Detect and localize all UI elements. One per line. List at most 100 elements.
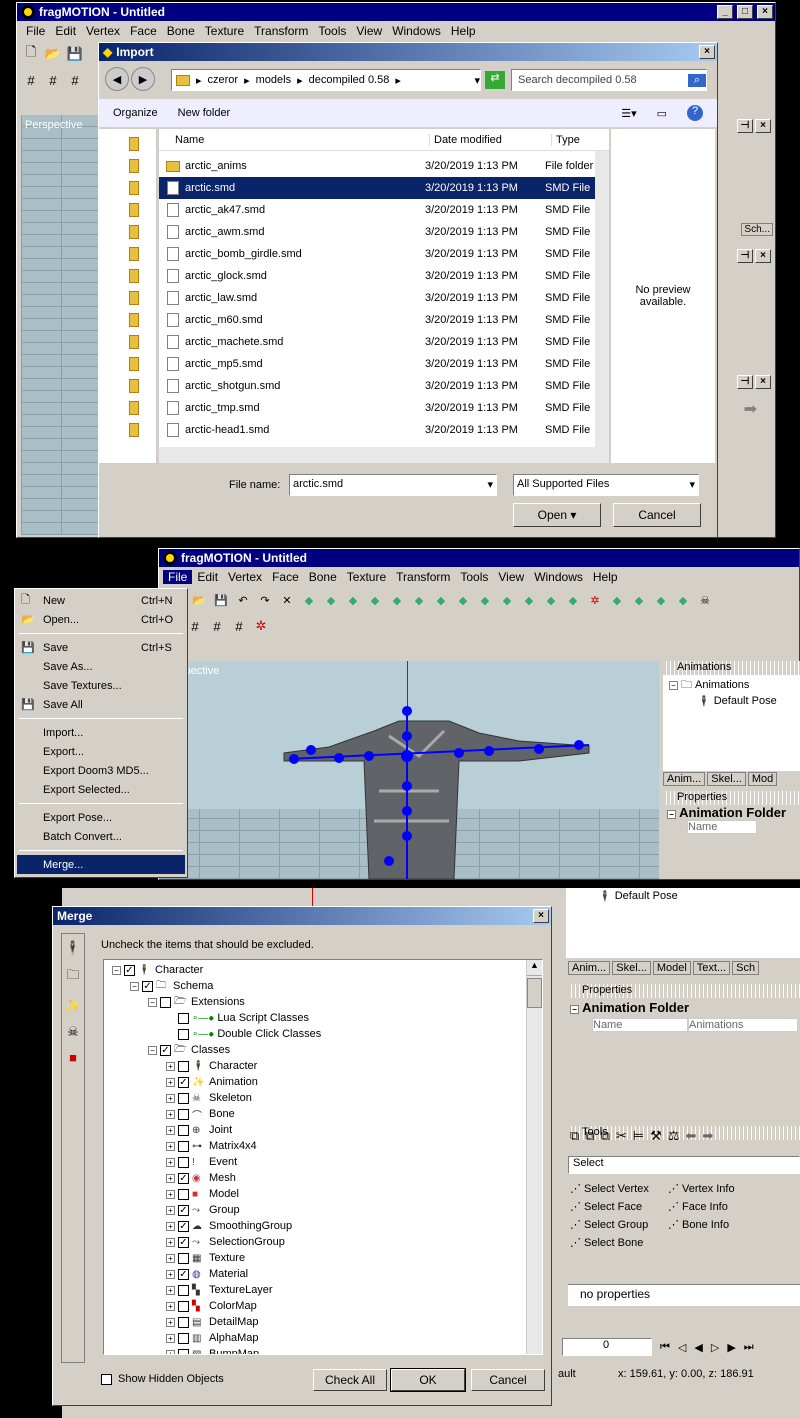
file-menu-item[interactable]: 💾 Save All <box>17 695 185 714</box>
skull-icon[interactable]: ☠ <box>695 590 715 610</box>
move-icon[interactable]: ◆ <box>343 590 363 610</box>
new-folder-button[interactable]: New folder <box>178 107 231 119</box>
panel-tab[interactable]: Skel... <box>612 961 651 975</box>
collapse-icon[interactable]: − <box>570 1005 579 1014</box>
show-hidden-checkbox[interactable] <box>101 1373 112 1385</box>
play-icon[interactable]: ▷ <box>711 1341 719 1354</box>
tree-item[interactable]: − ✓ 🗀 Schema <box>108 978 538 994</box>
preview-pane-icon[interactable]: ▭ <box>657 107 667 120</box>
tree-item[interactable]: + 🕴 Character <box>108 1058 538 1074</box>
menu-texture[interactable]: Texture <box>342 570 391 584</box>
grid-icon[interactable]: # <box>21 70 41 90</box>
paste-icon[interactable]: ◆ <box>519 590 539 610</box>
cancel-button[interactable]: Cancel <box>471 1369 545 1391</box>
tree-item[interactable]: − ✓ 🗁 Classes <box>108 1042 538 1058</box>
viewport-mid[interactable]: spective <box>159 661 659 879</box>
expand-icon[interactable]: + <box>166 1077 175 1087</box>
menu-help[interactable]: Help <box>446 24 481 38</box>
tool-item[interactable]: ⋰ Bone Info <box>668 1216 798 1233</box>
tree-item[interactable]: + ⌒ Bone <box>108 1106 538 1122</box>
tree-checkbox[interactable] <box>178 1284 189 1296</box>
file-menu-item[interactable]: Merge... <box>17 855 185 874</box>
tree-checkbox[interactable]: ✓ <box>178 1172 189 1184</box>
new-icon[interactable]: 🗋 <box>21 44 41 64</box>
tool-icon[interactable]: ⧉ <box>570 1128 579 1144</box>
menu-windows[interactable]: Windows <box>387 24 446 38</box>
frame-input[interactable]: 0 <box>562 1338 652 1356</box>
close-icon[interactable]: × <box>755 249 771 263</box>
expand-icon[interactable]: + <box>166 1109 175 1119</box>
copy-icon[interactable]: ◆ <box>497 590 517 610</box>
tree-checkbox[interactable] <box>178 1348 189 1354</box>
expand-icon[interactable]: + <box>166 1269 175 1279</box>
tree-checkbox[interactable]: ✓ <box>178 1204 189 1216</box>
folder-icon[interactable]: 🗀 <box>66 966 79 988</box>
tree-item[interactable]: +! Event <box>108 1154 538 1170</box>
nav-folder-icon[interactable] <box>129 247 139 261</box>
nav-folder-icon[interactable] <box>129 423 139 437</box>
nav-folder-icon[interactable] <box>129 159 139 173</box>
menu-view[interactable]: View <box>351 24 387 38</box>
tree-item[interactable]: + ✓ ⤳ SelectionGroup <box>108 1234 538 1250</box>
animation-icon[interactable]: ✨ <box>65 998 81 1014</box>
character-model[interactable] <box>159 661 659 879</box>
tree-checkbox[interactable] <box>160 996 171 1008</box>
tree-checkbox[interactable] <box>178 1300 189 1312</box>
tool-item[interactable]: ⋰ Face Info <box>668 1198 798 1215</box>
expand-icon[interactable]: + <box>166 1317 175 1327</box>
menu-edit[interactable]: Edit <box>50 24 81 38</box>
viewport-top[interactable]: Perspective <box>21 115 101 535</box>
file-menu-item[interactable]: 💾 Save Ctrl+S <box>17 638 185 657</box>
tool-icon[interactable]: ⚖ <box>668 1128 680 1144</box>
expand-icon[interactable]: + <box>166 1285 175 1295</box>
bone-icon[interactable]: ◆ <box>431 590 451 610</box>
nav-folder-icon[interactable] <box>129 335 139 349</box>
tool-item[interactable]: ⋰ Select Group <box>570 1216 668 1233</box>
close-icon[interactable]: × <box>699 45 715 59</box>
pin-icon[interactable]: ⊣ <box>737 119 753 133</box>
nav-folder-icon[interactable] <box>129 313 139 327</box>
first-frame-icon[interactable]: ⏮ <box>660 1341 670 1354</box>
menu-edit[interactable]: Edit <box>192 570 223 584</box>
menu-help[interactable]: Help <box>588 570 623 584</box>
animations-root[interactable]: Animations <box>695 679 749 691</box>
menu-file[interactable]: File <box>163 570 193 584</box>
nav-folder-icon[interactable] <box>129 181 139 195</box>
file-menu-item[interactable]: 📂 Open... Ctrl+O <box>17 610 185 629</box>
tree-item[interactable]: + ✓ ⤳ Group <box>108 1202 538 1218</box>
dropdown-arrow-icon[interactable]: ▾ <box>474 74 480 87</box>
tree-checkbox[interactable] <box>178 1188 189 1200</box>
schema-tab[interactable]: Sch... <box>741 223 773 236</box>
file-row[interactable]: arctic_tmp.smd 3/20/2019 1:13 PM SMD File <box>159 397 595 419</box>
tree-checkbox[interactable] <box>178 1316 189 1328</box>
last-frame-icon[interactable]: ⏭ <box>744 1341 754 1354</box>
tool-icon[interactable]: ⧉ <box>601 1128 610 1144</box>
tree-item[interactable]: − ✓ 🕴 Character <box>108 962 538 978</box>
file-menu-item[interactable]: Export Doom3 MD5... <box>17 761 185 780</box>
file-row[interactable]: arctic.smd 3/20/2019 1:13 PM SMD File <box>159 177 595 199</box>
panel-tab[interactable]: Sch <box>732 961 760 975</box>
grid-icon[interactable]: # <box>65 70 85 90</box>
tree-checkbox[interactable] <box>178 1092 189 1104</box>
nav-folder-icon[interactable] <box>129 137 139 151</box>
tool-mode-select[interactable]: Select <box>568 1156 800 1174</box>
menu-transform[interactable]: Transform <box>391 570 455 584</box>
expand-icon[interactable]: + <box>166 1301 175 1311</box>
file-row[interactable]: arctic_awm.smd 3/20/2019 1:13 PM SMD File <box>159 221 595 243</box>
rotate-icon[interactable]: ◆ <box>365 590 385 610</box>
file-menu-item[interactable]: Export Selected... <box>17 780 185 799</box>
organize-button[interactable]: Organize <box>113 107 158 119</box>
weight-icon[interactable]: ◆ <box>475 590 495 610</box>
column-name[interactable]: Name <box>159 134 429 146</box>
file-menu-item[interactable]: Export Pose... <box>17 808 185 827</box>
close-icon[interactable]: × <box>757 5 773 19</box>
tree-checkbox[interactable] <box>178 1124 189 1136</box>
tree-item[interactable]: + ■ Model <box>108 1186 538 1202</box>
tree-item[interactable]: + ▚ ColorMap <box>108 1298 538 1314</box>
expand-icon[interactable]: + <box>166 1205 175 1215</box>
prev-frame-icon[interactable]: ◀ <box>694 1341 702 1354</box>
panel-tab[interactable]: Mod <box>747 772 778 786</box>
column-date[interactable]: Date modified <box>429 133 551 146</box>
tree-item[interactable]: + ▚ TextureLayer <box>108 1282 538 1298</box>
file-menu-item[interactable]: Export... <box>17 742 185 761</box>
